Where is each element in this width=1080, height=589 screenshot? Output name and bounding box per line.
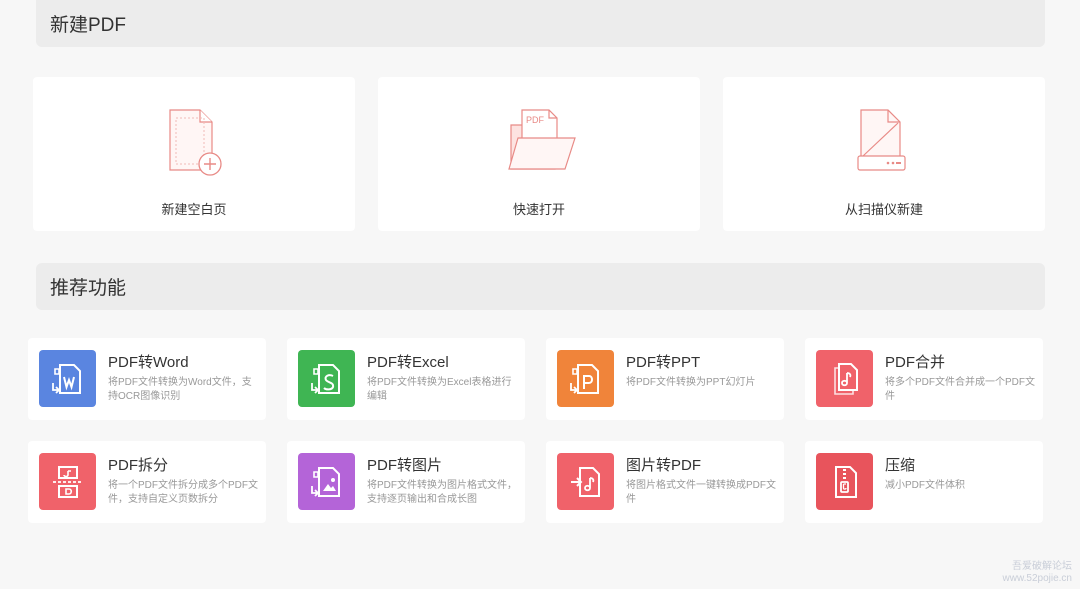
open-folder-icon: PDF xyxy=(508,109,576,170)
pdf-split-icon xyxy=(52,465,83,498)
section-title: 新建PDF xyxy=(50,15,127,36)
feature-description: 将PDF文件转换为图片格式文件，支持逐页输出和合成长图 xyxy=(367,480,517,505)
blank-page-plus-icon xyxy=(169,109,222,176)
pdf-to-word-icon xyxy=(51,363,81,394)
feature-title: PDF转Excel xyxy=(367,354,449,371)
pdf-to-ppt-card[interactable]: PDF转PPT 将PDF文件转换为PPT幻灯片 xyxy=(546,338,784,420)
feature-icon-tile xyxy=(298,350,355,407)
section-header-recommended: 推荐功能 xyxy=(36,263,1045,310)
pdf-to-image-card[interactable]: PDF转图片 将PDF文件转换为图片格式文件，支持逐页输出和合成长图 xyxy=(287,441,525,523)
pdf-merge-card[interactable]: PDF合并 将多个PDF文件合并成一个PDF文件 xyxy=(805,338,1043,420)
pdf-merge-icon xyxy=(833,362,858,395)
scanner-icon xyxy=(857,109,906,171)
feature-description: 将PDF文件转换为Excel表格进行编辑 xyxy=(367,377,512,402)
pdf-to-excel-card[interactable]: PDF转Excel 将PDF文件转换为Excel表格进行编辑 xyxy=(287,338,525,420)
compress-card[interactable]: 压缩 减小PDF文件体积 xyxy=(805,441,1043,523)
feature-title: PDF转Word xyxy=(108,354,189,371)
feature-title: PDF转图片 xyxy=(367,457,443,474)
feature-description: 将一个PDF文件拆分成多个PDF文件，支持自定义页数拆分 xyxy=(108,480,258,505)
pdf-tag-text: PDF xyxy=(526,115,545,125)
compress-icon xyxy=(834,465,857,498)
quick-open-label: 快速打开 xyxy=(512,202,565,217)
feature-title: 压缩 xyxy=(885,457,916,474)
watermark-line: 吾爱破解论坛 xyxy=(1012,561,1072,572)
pdf-to-image-icon xyxy=(310,466,340,497)
feature-title: PDF合并 xyxy=(885,354,946,371)
pdf-to-ppt-icon xyxy=(569,363,599,394)
feature-title: PDF转PPT xyxy=(626,354,701,371)
watermark-line: www.52pojie.cn xyxy=(1002,573,1072,584)
feature-title: PDF拆分 xyxy=(108,457,169,474)
section-title: 推荐功能 xyxy=(50,278,127,299)
feature-description: 将PDF文件转换为Word文件，支持OCR图像识别 xyxy=(108,377,252,402)
section-header-new-pdf: 新建PDF xyxy=(36,0,1045,47)
new-from-scanner-label: 从扫描仪新建 xyxy=(844,202,923,217)
feature-icon-tile xyxy=(557,350,614,407)
feature-description: 将多个PDF文件合并成一个PDF文件 xyxy=(885,377,1035,402)
image-to-pdf-icon xyxy=(570,466,600,497)
feature-icon-tile xyxy=(816,453,873,510)
feature-description: 减小PDF文件体积 xyxy=(885,480,965,491)
feature-description: 将图片格式文件一键转换成PDF文件 xyxy=(626,480,776,505)
feature-icon-tile xyxy=(298,453,355,510)
feature-description: 将PDF文件转换为PPT幻灯片 xyxy=(626,377,756,388)
quick-open-button[interactable]: PDF 快速打开 xyxy=(378,77,700,231)
watermark: 吾爱破解论坛 www.52pojie.cn xyxy=(1003,561,1072,585)
feature-icon-tile xyxy=(816,350,873,407)
feature-title: 图片转PDF xyxy=(626,457,702,474)
pdf-split-card[interactable]: PDF拆分 将一个PDF文件拆分成多个PDF文件，支持自定义页数拆分 xyxy=(28,441,266,523)
feature-icon-tile xyxy=(39,453,96,510)
pdf-to-excel-icon xyxy=(310,363,340,394)
feature-icon-tile xyxy=(39,350,96,407)
pdf-to-word-card[interactable]: PDF转Word 将PDF文件转换为Word文件，支持OCR图像识别 xyxy=(28,338,266,420)
new-from-scanner-button[interactable]: 从扫描仪新建 xyxy=(723,77,1045,231)
feature-icon-tile xyxy=(557,453,614,510)
image-to-pdf-card[interactable]: 图片转PDF 将图片格式文件一键转换成PDF文件 xyxy=(546,441,784,523)
new-blank-page-label: 新建空白页 xyxy=(161,202,227,217)
new-blank-page-button[interactable]: 新建空白页 xyxy=(33,77,355,231)
